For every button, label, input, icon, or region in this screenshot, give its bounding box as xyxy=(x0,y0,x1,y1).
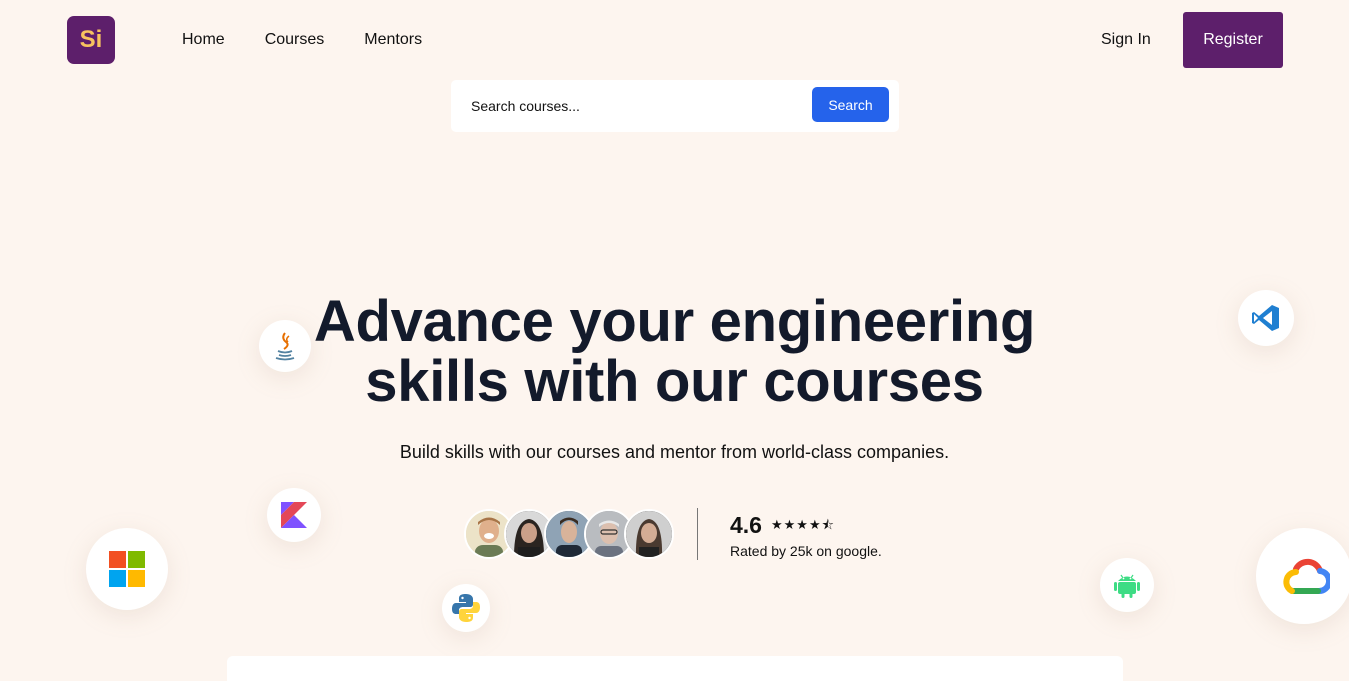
nav-courses[interactable]: Courses xyxy=(265,31,325,49)
hero-subtitle: Build skills with our courses and mentor… xyxy=(399,442,950,462)
sign-in-link[interactable]: Sign In xyxy=(1101,31,1151,49)
java-icon xyxy=(259,320,311,372)
vscode-icon xyxy=(1238,290,1294,346)
hero-title: Advance your engineering skills with our… xyxy=(0,292,1349,412)
hero-title-line-2: skills with our courses xyxy=(365,349,984,414)
kotlin-icon xyxy=(267,488,321,542)
windows-icon xyxy=(86,528,168,610)
course-card-preview xyxy=(227,656,1123,681)
rating-score: 4.6 xyxy=(730,512,762,538)
nav-home[interactable]: Home xyxy=(182,31,225,49)
star-rating-icon: ★★★★⯪ xyxy=(771,517,835,532)
avatar xyxy=(624,509,674,559)
register-button[interactable]: Register xyxy=(1183,12,1283,68)
nav-mentors[interactable]: Mentors xyxy=(364,31,422,49)
rating-caption: Rated by 25k on google. xyxy=(730,543,882,559)
google-cloud-icon xyxy=(1256,528,1349,624)
logo[interactable]: Si xyxy=(67,16,115,64)
search-button[interactable]: Search xyxy=(812,87,889,122)
main-nav: Home Courses Mentors xyxy=(182,31,422,49)
rating-divider xyxy=(697,508,698,560)
hero-title-line-1: Advance your engineering xyxy=(313,289,1036,354)
android-icon xyxy=(1100,558,1154,612)
search-bar: Search xyxy=(451,80,899,132)
python-icon xyxy=(442,584,490,632)
search-input[interactable] xyxy=(471,94,791,118)
